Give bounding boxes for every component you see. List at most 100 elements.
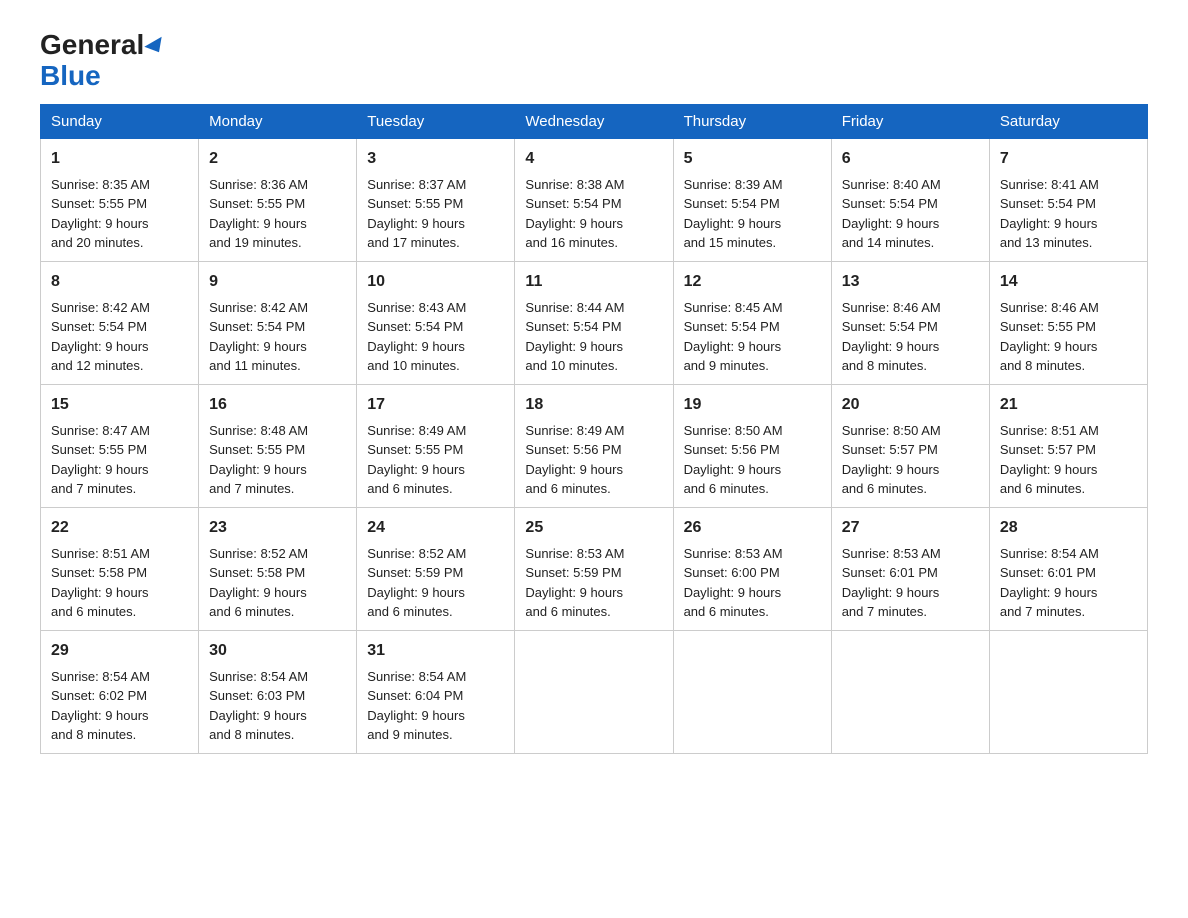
calendar-cell: 25 Sunrise: 8:53 AM Sunset: 5:59 PM Dayl… <box>515 507 673 630</box>
week-row-4: 22 Sunrise: 8:51 AM Sunset: 5:58 PM Dayl… <box>41 507 1148 630</box>
day-info: Sunrise: 8:35 AM Sunset: 5:55 PM Dayligh… <box>51 175 188 253</box>
calendar-cell: 17 Sunrise: 8:49 AM Sunset: 5:55 PM Dayl… <box>357 384 515 507</box>
day-number: 9 <box>209 270 346 294</box>
week-row-3: 15 Sunrise: 8:47 AM Sunset: 5:55 PM Dayl… <box>41 384 1148 507</box>
day-number: 1 <box>51 147 188 171</box>
calendar-cell: 24 Sunrise: 8:52 AM Sunset: 5:59 PM Dayl… <box>357 507 515 630</box>
calendar-cell: 28 Sunrise: 8:54 AM Sunset: 6:01 PM Dayl… <box>989 507 1147 630</box>
day-number: 30 <box>209 639 346 663</box>
calendar-cell: 12 Sunrise: 8:45 AM Sunset: 5:54 PM Dayl… <box>673 261 831 384</box>
day-info: Sunrise: 8:45 AM Sunset: 5:54 PM Dayligh… <box>684 298 821 376</box>
calendar-cell: 5 Sunrise: 8:39 AM Sunset: 5:54 PM Dayli… <box>673 138 831 261</box>
day-number: 4 <box>525 147 662 171</box>
day-info: Sunrise: 8:52 AM Sunset: 5:59 PM Dayligh… <box>367 544 504 622</box>
weekday-header-monday: Monday <box>199 104 357 138</box>
day-info: Sunrise: 8:41 AM Sunset: 5:54 PM Dayligh… <box>1000 175 1137 253</box>
calendar-cell: 18 Sunrise: 8:49 AM Sunset: 5:56 PM Dayl… <box>515 384 673 507</box>
calendar-cell: 20 Sunrise: 8:50 AM Sunset: 5:57 PM Dayl… <box>831 384 989 507</box>
day-number: 26 <box>684 516 821 540</box>
logo: General Blue <box>40 30 166 92</box>
day-number: 25 <box>525 516 662 540</box>
day-info: Sunrise: 8:38 AM Sunset: 5:54 PM Dayligh… <box>525 175 662 253</box>
day-number: 22 <box>51 516 188 540</box>
day-info: Sunrise: 8:42 AM Sunset: 5:54 PM Dayligh… <box>51 298 188 376</box>
day-number: 17 <box>367 393 504 417</box>
day-number: 15 <box>51 393 188 417</box>
day-number: 18 <box>525 393 662 417</box>
day-info: Sunrise: 8:54 AM Sunset: 6:04 PM Dayligh… <box>367 667 504 745</box>
day-number: 6 <box>842 147 979 171</box>
calendar-cell <box>673 630 831 753</box>
calendar-cell: 29 Sunrise: 8:54 AM Sunset: 6:02 PM Dayl… <box>41 630 199 753</box>
day-info: Sunrise: 8:48 AM Sunset: 5:55 PM Dayligh… <box>209 421 346 499</box>
weekday-header-sunday: Sunday <box>41 104 199 138</box>
day-number: 27 <box>842 516 979 540</box>
day-info: Sunrise: 8:54 AM Sunset: 6:03 PM Dayligh… <box>209 667 346 745</box>
calendar-cell <box>515 630 673 753</box>
day-number: 12 <box>684 270 821 294</box>
calendar-cell: 27 Sunrise: 8:53 AM Sunset: 6:01 PM Dayl… <box>831 507 989 630</box>
day-info: Sunrise: 8:44 AM Sunset: 5:54 PM Dayligh… <box>525 298 662 376</box>
day-number: 11 <box>525 270 662 294</box>
day-info: Sunrise: 8:43 AM Sunset: 5:54 PM Dayligh… <box>367 298 504 376</box>
day-number: 24 <box>367 516 504 540</box>
calendar-cell: 15 Sunrise: 8:47 AM Sunset: 5:55 PM Dayl… <box>41 384 199 507</box>
calendar-cell <box>989 630 1147 753</box>
day-number: 19 <box>684 393 821 417</box>
day-number: 3 <box>367 147 504 171</box>
week-row-1: 1 Sunrise: 8:35 AM Sunset: 5:55 PM Dayli… <box>41 138 1148 261</box>
calendar-cell: 19 Sunrise: 8:50 AM Sunset: 5:56 PM Dayl… <box>673 384 831 507</box>
day-number: 2 <box>209 147 346 171</box>
calendar-cell: 6 Sunrise: 8:40 AM Sunset: 5:54 PM Dayli… <box>831 138 989 261</box>
day-info: Sunrise: 8:53 AM Sunset: 6:00 PM Dayligh… <box>684 544 821 622</box>
day-info: Sunrise: 8:47 AM Sunset: 5:55 PM Dayligh… <box>51 421 188 499</box>
calendar-cell: 30 Sunrise: 8:54 AM Sunset: 6:03 PM Dayl… <box>199 630 357 753</box>
calendar-cell: 26 Sunrise: 8:53 AM Sunset: 6:00 PM Dayl… <box>673 507 831 630</box>
weekday-header-thursday: Thursday <box>673 104 831 138</box>
weekday-header-saturday: Saturday <box>989 104 1147 138</box>
calendar-cell: 8 Sunrise: 8:42 AM Sunset: 5:54 PM Dayli… <box>41 261 199 384</box>
day-info: Sunrise: 8:49 AM Sunset: 5:55 PM Dayligh… <box>367 421 504 499</box>
day-number: 16 <box>209 393 346 417</box>
day-number: 14 <box>1000 270 1137 294</box>
day-info: Sunrise: 8:50 AM Sunset: 5:57 PM Dayligh… <box>842 421 979 499</box>
day-number: 23 <box>209 516 346 540</box>
calendar-cell: 9 Sunrise: 8:42 AM Sunset: 5:54 PM Dayli… <box>199 261 357 384</box>
calendar-cell: 10 Sunrise: 8:43 AM Sunset: 5:54 PM Dayl… <box>357 261 515 384</box>
day-number: 29 <box>51 639 188 663</box>
logo-text: General Blue <box>40 30 166 92</box>
day-number: 28 <box>1000 516 1137 540</box>
logo-arrow-icon <box>145 36 168 56</box>
calendar-cell: 31 Sunrise: 8:54 AM Sunset: 6:04 PM Dayl… <box>357 630 515 753</box>
day-info: Sunrise: 8:49 AM Sunset: 5:56 PM Dayligh… <box>525 421 662 499</box>
day-info: Sunrise: 8:51 AM Sunset: 5:57 PM Dayligh… <box>1000 421 1137 499</box>
calendar-cell: 1 Sunrise: 8:35 AM Sunset: 5:55 PM Dayli… <box>41 138 199 261</box>
calendar-cell: 14 Sunrise: 8:46 AM Sunset: 5:55 PM Dayl… <box>989 261 1147 384</box>
calendar-cell: 13 Sunrise: 8:46 AM Sunset: 5:54 PM Dayl… <box>831 261 989 384</box>
day-number: 10 <box>367 270 504 294</box>
day-number: 8 <box>51 270 188 294</box>
calendar-cell: 3 Sunrise: 8:37 AM Sunset: 5:55 PM Dayli… <box>357 138 515 261</box>
day-info: Sunrise: 8:51 AM Sunset: 5:58 PM Dayligh… <box>51 544 188 622</box>
day-number: 13 <box>842 270 979 294</box>
logo-blue: Blue <box>40 60 101 91</box>
calendar-cell <box>831 630 989 753</box>
day-number: 5 <box>684 147 821 171</box>
calendar-cell: 11 Sunrise: 8:44 AM Sunset: 5:54 PM Dayl… <box>515 261 673 384</box>
day-info: Sunrise: 8:50 AM Sunset: 5:56 PM Dayligh… <box>684 421 821 499</box>
day-info: Sunrise: 8:46 AM Sunset: 5:54 PM Dayligh… <box>842 298 979 376</box>
calendar-cell: 16 Sunrise: 8:48 AM Sunset: 5:55 PM Dayl… <box>199 384 357 507</box>
calendar-cell: 23 Sunrise: 8:52 AM Sunset: 5:58 PM Dayl… <box>199 507 357 630</box>
calendar-cell: 21 Sunrise: 8:51 AM Sunset: 5:57 PM Dayl… <box>989 384 1147 507</box>
calendar-cell: 4 Sunrise: 8:38 AM Sunset: 5:54 PM Dayli… <box>515 138 673 261</box>
day-info: Sunrise: 8:54 AM Sunset: 6:02 PM Dayligh… <box>51 667 188 745</box>
day-info: Sunrise: 8:52 AM Sunset: 5:58 PM Dayligh… <box>209 544 346 622</box>
week-row-5: 29 Sunrise: 8:54 AM Sunset: 6:02 PM Dayl… <box>41 630 1148 753</box>
weekday-header-row: SundayMondayTuesdayWednesdayThursdayFrid… <box>41 104 1148 138</box>
page-header: General Blue <box>40 30 1148 92</box>
weekday-header-wednesday: Wednesday <box>515 104 673 138</box>
calendar-table: SundayMondayTuesdayWednesdayThursdayFrid… <box>40 104 1148 754</box>
day-info: Sunrise: 8:54 AM Sunset: 6:01 PM Dayligh… <box>1000 544 1137 622</box>
day-number: 31 <box>367 639 504 663</box>
day-info: Sunrise: 8:37 AM Sunset: 5:55 PM Dayligh… <box>367 175 504 253</box>
